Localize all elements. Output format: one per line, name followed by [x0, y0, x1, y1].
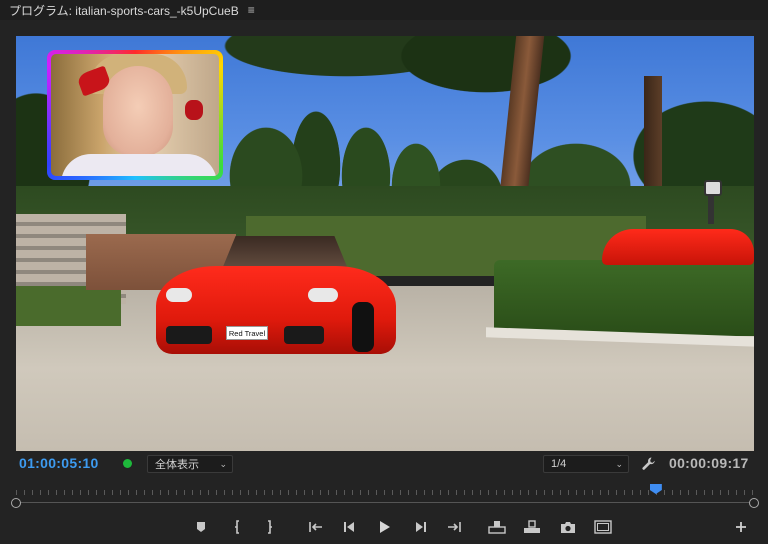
- lawn-left: [16, 286, 121, 326]
- step-back-button[interactable]: [339, 516, 361, 538]
- car-wheel: [352, 302, 374, 352]
- pip-face: [103, 66, 173, 156]
- pip-hair-bow-2: [185, 100, 203, 120]
- add-button[interactable]: [730, 516, 752, 538]
- chevron-down-icon: ⌄: [615, 458, 623, 469]
- add-marker-button[interactable]: [190, 516, 212, 538]
- extract-button[interactable]: [521, 516, 543, 538]
- mark-in-icon: [235, 520, 239, 534]
- comparison-view-icon: [594, 520, 612, 534]
- license-plate: Red Travel: [226, 326, 268, 340]
- timeline-end-handle[interactable]: [749, 498, 759, 508]
- car-headlight-right: [308, 288, 338, 302]
- pip-video: [51, 54, 219, 176]
- go-to-out-icon: [448, 522, 461, 532]
- plus-icon: [736, 522, 746, 532]
- mark-out-icon: [268, 520, 272, 534]
- duration-timecode: 00:00:09:17: [669, 455, 749, 471]
- mark-in-button[interactable]: [227, 516, 249, 538]
- lift-icon: [488, 521, 506, 534]
- lift-button[interactable]: [486, 516, 508, 538]
- current-timecode[interactable]: 01:00:05:10: [19, 455, 99, 471]
- comparison-view-button[interactable]: [592, 516, 614, 538]
- pip-shirt: [61, 154, 217, 176]
- transport-controls: [0, 516, 768, 540]
- panel-title-bar: プログラム: italian-sports-cars_-k5UpCueB ≡: [0, 0, 768, 20]
- mark-out-button[interactable]: [258, 516, 280, 538]
- step-forward-button[interactable]: [409, 516, 431, 538]
- timeline-start-handle[interactable]: [11, 498, 21, 508]
- export-frame-button[interactable]: [557, 516, 579, 538]
- garden-lamp: [704, 180, 722, 224]
- step-back-icon: [344, 522, 354, 532]
- red-car-background: [602, 229, 754, 265]
- chevron-down-icon: ⌄: [219, 458, 227, 469]
- zoom-level-value: 全体表示: [155, 459, 199, 471]
- car-grille-right: [284, 326, 324, 344]
- red-sports-car: Red Travel: [156, 236, 396, 356]
- go-to-out-button[interactable]: [443, 516, 465, 538]
- go-to-in-icon: [309, 522, 322, 532]
- playback-resolution-select[interactable]: 1/4 ⌄: [543, 455, 629, 473]
- play-icon: [380, 521, 390, 533]
- car-grille-left: [166, 326, 212, 344]
- playback-resolution-value: 1/4: [551, 458, 567, 470]
- camera-icon: [561, 521, 575, 533]
- extract-icon: [524, 520, 540, 533]
- car-headlight-left: [166, 288, 192, 302]
- zoom-level-select[interactable]: 全体表示 ⌄: [147, 455, 233, 473]
- hedge-right: [494, 260, 754, 336]
- program-monitor-frame[interactable]: Red Travel: [16, 36, 754, 451]
- status-dot-icon: [123, 459, 132, 468]
- ruler-track: [16, 502, 754, 503]
- marker-icon: [197, 522, 205, 532]
- hamburger-icon[interactable]: ≡: [248, 3, 255, 17]
- timeline-ruler[interactable]: [16, 484, 754, 503]
- play-button[interactable]: [373, 516, 395, 538]
- panel-title: プログラム: italian-sports-cars_-k5UpCueB: [9, 3, 239, 18]
- wrench-icon[interactable]: [641, 456, 657, 472]
- step-forward-icon: [416, 522, 426, 532]
- go-to-in-button[interactable]: [305, 516, 327, 538]
- picture-in-picture-inset: [47, 50, 223, 180]
- ruler-ticks: [16, 490, 754, 495]
